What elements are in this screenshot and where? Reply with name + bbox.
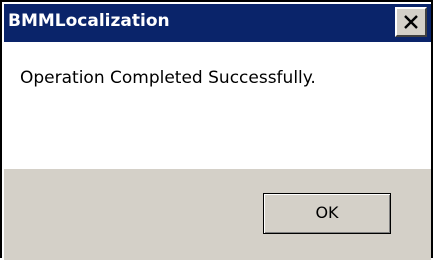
message-dialog: BMMLocalization Operation Completed Succ… <box>0 0 433 260</box>
dialog-body <box>4 42 431 169</box>
close-button[interactable] <box>395 7 427 37</box>
ok-button[interactable]: OK <box>263 193 391 234</box>
dialog-footer: OK <box>4 169 431 260</box>
dialog-message: Operation Completed Successfully. <box>20 68 316 88</box>
window-title: BMMLocalization <box>8 11 170 31</box>
title-bar[interactable]: BMMLocalization <box>4 4 431 42</box>
close-icon <box>404 15 418 29</box>
